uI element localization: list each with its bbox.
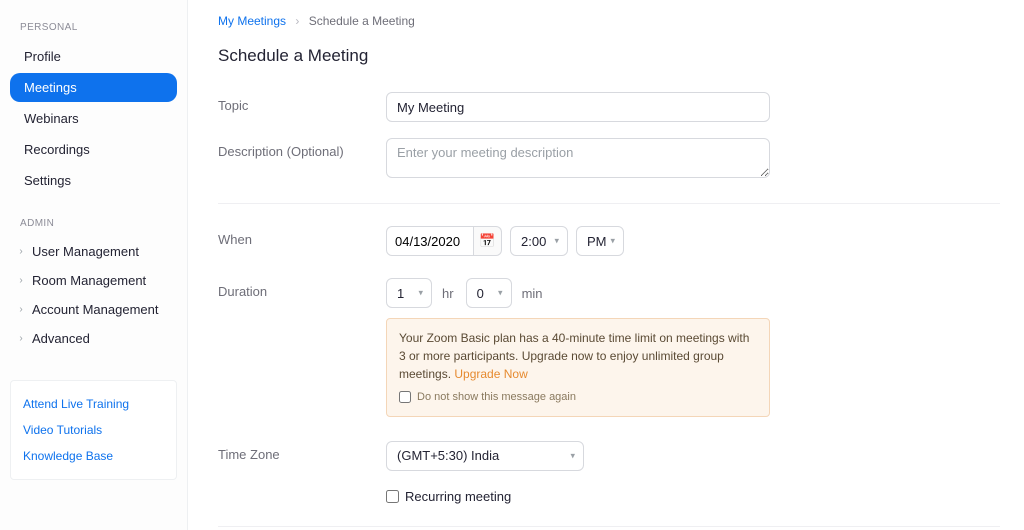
time-value: 2:00	[521, 234, 546, 249]
chevron-down-icon: ▾	[498, 288, 503, 299]
sidebar-item-account-management[interactable]: › Account Management	[10, 295, 177, 324]
row-description: Description (Optional)	[218, 130, 1000, 189]
sidebar-section-admin: ADMIN	[10, 214, 177, 237]
label-when: When	[218, 226, 386, 247]
breadcrumb-parent[interactable]: My Meetings	[218, 14, 286, 28]
chevron-right-icon: ›	[16, 246, 26, 257]
chevron-down-icon: ▾	[418, 288, 423, 299]
sidebar-item-profile[interactable]: Profile	[10, 42, 177, 71]
main-content: My Meetings › Schedule a Meeting Schedul…	[188, 0, 1024, 530]
minutes-unit: min	[522, 286, 543, 301]
sidebar-item-label: Advanced	[32, 331, 90, 346]
breadcrumb-separator-icon: ›	[295, 14, 299, 28]
hours-value: 1	[397, 286, 404, 301]
chevron-down-icon: ▾	[570, 450, 575, 461]
chevron-down-icon: ▾	[610, 236, 615, 247]
chevron-right-icon: ›	[16, 333, 26, 344]
timezone-select[interactable]: (GMT+5:30) India ▾	[386, 441, 584, 471]
breadcrumb-current: Schedule a Meeting	[309, 14, 415, 28]
calendar-icon: 📅	[479, 233, 495, 249]
row-when: When 📅 2:00 ▾ PM ▾	[218, 218, 1000, 264]
help-link-knowledge-base[interactable]: Knowledge Base	[23, 443, 164, 469]
sidebar-item-user-management[interactable]: › User Management	[10, 237, 177, 266]
topic-input[interactable]	[386, 92, 770, 122]
chevron-right-icon: ›	[16, 275, 26, 286]
sidebar-item-label: Room Management	[32, 273, 146, 288]
ampm-value: PM	[587, 234, 607, 249]
sidebar-item-recordings[interactable]: Recordings	[10, 135, 177, 164]
sidebar-item-label: Account Management	[32, 302, 158, 317]
suppress-label: Do not show this message again	[417, 389, 576, 406]
sidebar: PERSONAL Profile Meetings Webinars Recor…	[0, 0, 188, 530]
recurring-checkbox[interactable]	[386, 490, 399, 503]
notice-text: Your Zoom Basic plan has a 40-minute tim…	[399, 331, 749, 381]
label-description: Description (Optional)	[218, 138, 386, 159]
sidebar-item-meetings[interactable]: Meetings	[10, 73, 177, 102]
sidebar-item-room-management[interactable]: › Room Management	[10, 266, 177, 295]
time-select[interactable]: 2:00 ▾	[510, 226, 568, 256]
minutes-value: 0	[477, 286, 484, 301]
sidebar-item-label: User Management	[32, 244, 139, 259]
plan-limit-notice: Your Zoom Basic plan has a 40-minute tim…	[386, 318, 770, 417]
label-duration: Duration	[218, 278, 386, 299]
row-topic: Topic	[218, 84, 1000, 130]
chevron-down-icon: ▾	[554, 236, 559, 247]
sidebar-help-box: Attend Live Training Video Tutorials Kno…	[10, 380, 177, 480]
suppress-notice-checkbox[interactable]	[399, 391, 411, 403]
page-title: Schedule a Meeting	[218, 46, 1000, 66]
ampm-select[interactable]: PM ▾	[576, 226, 624, 256]
minutes-select[interactable]: 0 ▾	[466, 278, 512, 308]
hours-select[interactable]: 1 ▾	[386, 278, 432, 308]
help-link-training[interactable]: Attend Live Training	[23, 391, 164, 417]
description-input[interactable]	[386, 138, 770, 178]
help-link-tutorials[interactable]: Video Tutorials	[23, 417, 164, 443]
date-picker-button[interactable]: 📅	[474, 226, 502, 256]
breadcrumb: My Meetings › Schedule a Meeting	[218, 14, 1000, 28]
recurring-label: Recurring meeting	[405, 489, 511, 504]
sidebar-item-webinars[interactable]: Webinars	[10, 104, 177, 133]
row-timezone: Time Zone (GMT+5:30) India ▾ Recurring m…	[218, 425, 1000, 512]
row-duration: Duration 1 ▾ hr 0 ▾ min Your Zoom Basic …	[218, 264, 1000, 425]
timezone-value: (GMT+5:30) India	[397, 448, 499, 463]
sidebar-item-advanced[interactable]: › Advanced	[10, 324, 177, 353]
section-divider	[218, 526, 1000, 527]
date-input[interactable]	[386, 226, 474, 256]
sidebar-section-personal: PERSONAL	[10, 18, 177, 41]
sidebar-item-settings[interactable]: Settings	[10, 166, 177, 195]
chevron-right-icon: ›	[16, 304, 26, 315]
upgrade-link[interactable]: Upgrade Now	[454, 367, 527, 381]
label-topic: Topic	[218, 92, 386, 113]
label-timezone: Time Zone	[218, 441, 386, 462]
hours-unit: hr	[442, 286, 454, 301]
section-divider	[218, 203, 1000, 204]
